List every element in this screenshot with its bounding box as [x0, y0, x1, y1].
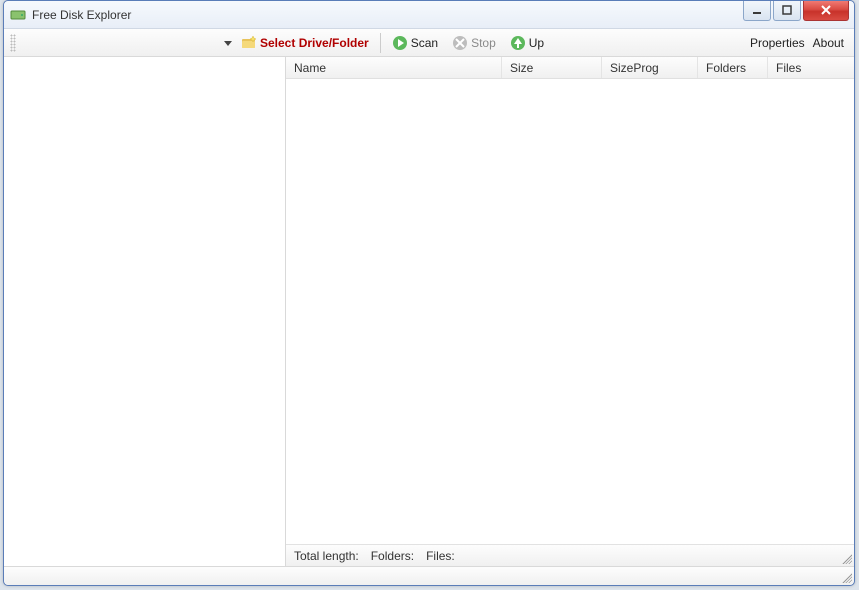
status-bar-window — [4, 567, 854, 585]
stop-button[interactable]: Stop — [447, 32, 501, 54]
column-header-sizeprog[interactable]: SizeProg — [602, 57, 698, 78]
dropdown-arrow-icon[interactable] — [224, 39, 232, 47]
column-header-files[interactable]: Files — [768, 57, 854, 78]
size-grip-icon[interactable] — [840, 552, 852, 564]
minimize-button[interactable] — [743, 1, 771, 21]
close-button[interactable] — [803, 1, 849, 21]
up-button[interactable]: Up — [505, 32, 549, 54]
maximize-button[interactable] — [773, 1, 801, 21]
app-window: Free Disk Explorer — [3, 0, 855, 586]
content-area: Name Size SizeProg Folders Files Total l… — [4, 57, 854, 567]
app-icon — [10, 7, 26, 23]
select-drive-folder-label: Select Drive/Folder — [260, 36, 369, 50]
list-panel: Name Size SizeProg Folders Files Total l… — [286, 57, 854, 566]
toolbar-grip-icon — [10, 34, 16, 52]
toolbar: Select Drive/Folder Scan Stop — [4, 29, 854, 57]
up-label: Up — [529, 36, 544, 50]
column-header-folders[interactable]: Folders — [698, 57, 768, 78]
toolbar-separator — [380, 33, 381, 53]
column-header-size[interactable]: Size — [502, 57, 602, 78]
about-button[interactable]: About — [813, 36, 844, 50]
stop-icon — [452, 35, 468, 51]
stop-label: Stop — [471, 36, 496, 50]
window-size-grip-icon[interactable] — [840, 571, 852, 583]
properties-button[interactable]: Properties — [750, 36, 805, 50]
folder-tree-panel[interactable] — [4, 57, 286, 566]
title-bar[interactable]: Free Disk Explorer — [4, 1, 854, 29]
play-icon — [392, 35, 408, 51]
status-folders-label: Folders: — [371, 549, 414, 563]
column-header-name[interactable]: Name — [286, 57, 502, 78]
status-files-label: Files: — [426, 549, 455, 563]
up-arrow-icon — [510, 35, 526, 51]
status-total-length-label: Total length: — [294, 549, 359, 563]
column-headers: Name Size SizeProg Folders Files — [286, 57, 854, 79]
select-drive-folder-button[interactable]: Select Drive/Folder — [236, 32, 374, 54]
scan-label: Scan — [411, 36, 438, 50]
folder-new-icon — [241, 35, 257, 51]
scan-button[interactable]: Scan — [387, 32, 443, 54]
status-bar-list: Total length: Folders: Files: — [286, 544, 854, 566]
file-list-area[interactable] — [286, 79, 854, 544]
window-title: Free Disk Explorer — [32, 8, 131, 22]
